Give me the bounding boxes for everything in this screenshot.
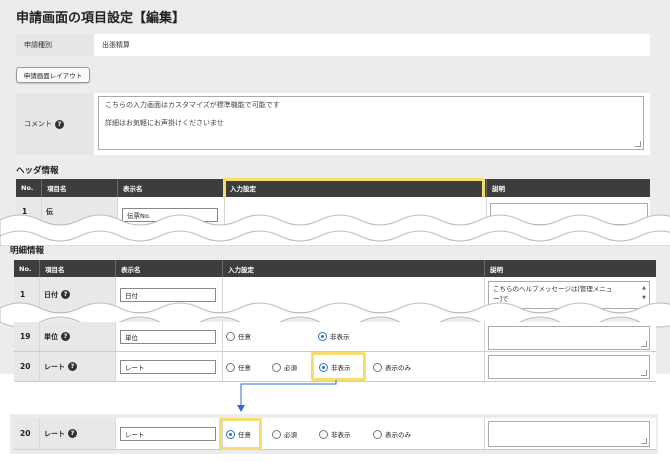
radio-optional[interactable]: 任意: [226, 362, 251, 372]
radio-label: 必須: [284, 364, 297, 372]
description-textarea[interactable]: [488, 355, 650, 379]
col-display-name: 表示名: [116, 260, 223, 277]
radio-label: 表示のみ: [385, 364, 411, 372]
resize-grip-icon[interactable]: [641, 341, 647, 347]
comment-textarea[interactable]: こちらの入力画面はカスタマイズが標準機能で可能です 詳細はお気軽にお声掛けくださ…: [98, 96, 644, 150]
display-name-input[interactable]: レート: [120, 427, 216, 441]
radio-circle-icon: [226, 331, 235, 341]
col-description: 説明: [490, 265, 503, 274]
header-section-title: ヘッダ情報: [16, 166, 59, 176]
col-description: 説明: [492, 185, 505, 193]
help-icon[interactable]: ?: [68, 429, 77, 438]
radio-label: 任意: [238, 333, 251, 341]
radio-circle-icon: [226, 362, 235, 372]
description-textarea[interactable]: [488, 326, 650, 350]
comment-line-2: 詳細はお気軽にお声掛けくださいませ: [105, 119, 224, 127]
display-name-input[interactable]: 単位: [120, 330, 216, 344]
radio-label: 非表示: [331, 431, 351, 439]
radio-optional[interactable]: 任意: [226, 331, 251, 341]
detail-table-head: No. 項目名 表示名 入力設定 説明: [14, 260, 656, 277]
row-item-name: レート: [44, 362, 65, 371]
col-input-setting: 入力設定: [223, 260, 485, 277]
cut-divider: [0, 214, 670, 246]
row-item-name: レート: [44, 429, 65, 438]
col-item-name: 項目名: [40, 260, 116, 277]
row-item-name: 単位: [44, 332, 58, 341]
radio-hidden[interactable]: 非表示: [318, 331, 350, 341]
help-icon[interactable]: ?: [61, 332, 70, 341]
help-icon[interactable]: ?: [55, 119, 64, 129]
radio-display-only[interactable]: 表示のみ: [373, 429, 411, 439]
type-value: 出張精算: [94, 34, 650, 56]
help-icon[interactable]: ?: [68, 362, 77, 371]
row-item-name-cell: 単位?: [40, 322, 116, 351]
comment-label: コメント: [24, 120, 52, 128]
selection-highlight: [219, 418, 262, 450]
display-name-input[interactable]: レート: [120, 360, 216, 374]
radio-hidden[interactable]: 非表示: [319, 429, 351, 439]
resize-grip-icon[interactable]: [635, 141, 641, 147]
type-label: 申請種別: [16, 34, 94, 56]
row-number: 20: [14, 418, 40, 449]
radio-label: 任意: [238, 364, 251, 372]
col-display-name: 表示名: [118, 179, 225, 197]
radio-circle-icon: [319, 429, 328, 439]
col-no: No.: [14, 260, 40, 277]
setting-cell: [223, 322, 485, 351]
radio-circle-icon: [373, 429, 382, 439]
resize-grip-icon[interactable]: [641, 438, 647, 444]
layout-button[interactable]: 申請画面レイアウト: [16, 67, 90, 83]
description-textarea[interactable]: [488, 421, 650, 447]
row-number: 20: [14, 352, 40, 381]
row-item-name-cell: レート?: [40, 418, 116, 449]
radio-label: 表示のみ: [385, 431, 411, 439]
radio-label: 必須: [284, 431, 297, 439]
resize-grip-icon[interactable]: [641, 370, 647, 376]
row-number: 19: [14, 322, 40, 351]
description-line-1: こちらのヘルプメッセージは[管理メニュ: [493, 285, 613, 293]
comment-line-1: こちらの入力画面はカスタマイズが標準機能で可能です: [105, 101, 280, 109]
comment-label-cell: コメント ?: [16, 93, 94, 155]
scroll-up-icon[interactable]: ▲: [642, 283, 646, 293]
radio-circle-icon: [373, 362, 382, 372]
radio-circle-icon: [272, 362, 281, 372]
radio-required[interactable]: 必須: [272, 362, 297, 372]
radio-selected-icon: [318, 331, 327, 341]
setting-cell: [223, 418, 485, 449]
arrow-icon: [237, 380, 337, 412]
radio-display-only[interactable]: 表示のみ: [373, 362, 411, 372]
radio-label: 非表示: [330, 333, 350, 341]
page-title: 申請画面の項目設定【編集】: [16, 11, 186, 26]
radio-required[interactable]: 必須: [272, 429, 297, 439]
row-item-name-cell: レート?: [40, 352, 116, 381]
col-item-name: 項目名: [42, 179, 118, 197]
detail-section-title: 明細情報: [10, 246, 45, 256]
radio-circle-icon: [272, 429, 281, 439]
col-no: No.: [16, 179, 42, 197]
